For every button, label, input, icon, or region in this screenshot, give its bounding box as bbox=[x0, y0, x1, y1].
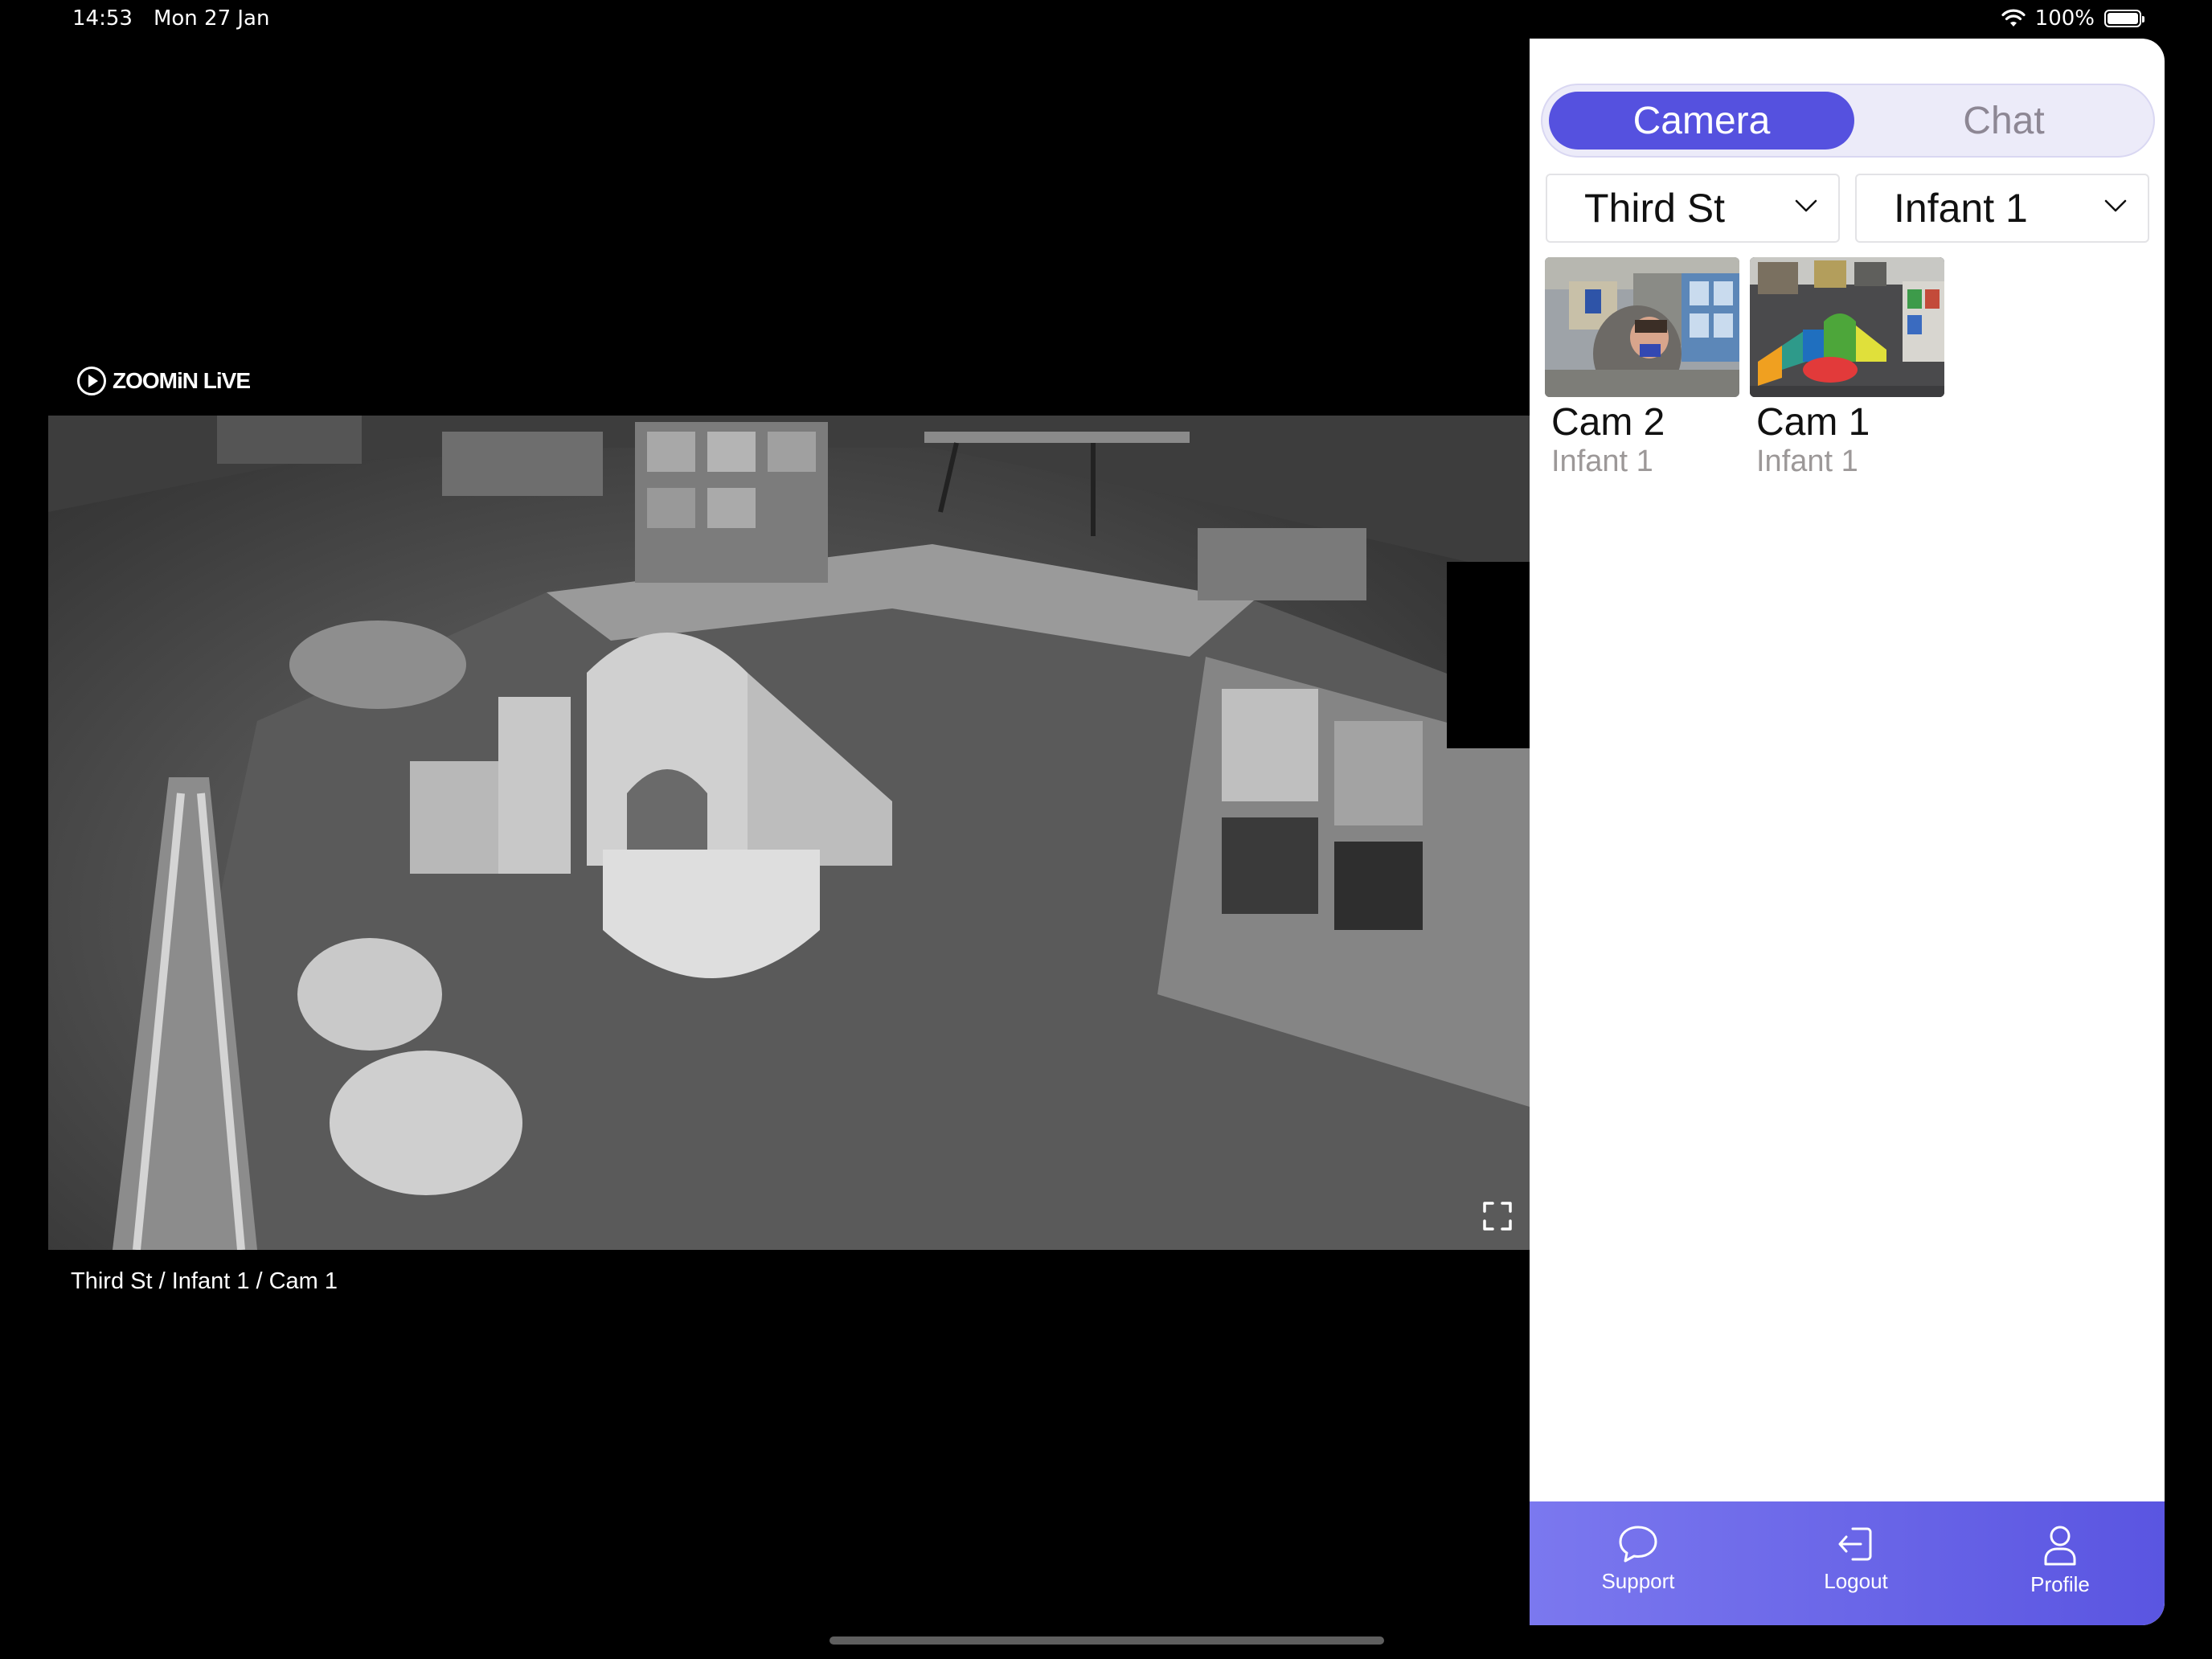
camera-name: Cam 1 bbox=[1756, 401, 1870, 444]
user-icon bbox=[2044, 1526, 2076, 1566]
app-screen: 14:53 Mon 27 Jan 100% ZOOMiN LiVE Third … bbox=[0, 0, 2212, 1659]
nav-profile[interactable]: Profile bbox=[1980, 1524, 2140, 1597]
site-dropdown[interactable]: Third St bbox=[1546, 174, 1840, 243]
camera-card-cam-2[interactable]: Cam 2 Infant 1 bbox=[1545, 257, 1741, 477]
status-bar-left: 14:53 Mon 27 Jan bbox=[72, 6, 269, 31]
chevron-down-icon bbox=[1795, 199, 1817, 212]
camera-scene bbox=[48, 416, 1530, 1250]
chat-bubble-icon bbox=[1619, 1526, 1657, 1563]
status-bar-right: 100% bbox=[2001, 6, 2144, 31]
nav-profile-label: Profile bbox=[2030, 1572, 2090, 1596]
fullscreen-icon[interactable] bbox=[1481, 1200, 1514, 1232]
logout-icon bbox=[1838, 1527, 1872, 1561]
battery-percent: 100% bbox=[2034, 6, 2095, 31]
nav-support-label: Support bbox=[1601, 1569, 1675, 1593]
tab-camera[interactable]: Camera bbox=[1549, 92, 1854, 150]
camera-room: Infant 1 bbox=[1756, 444, 1858, 478]
tab-chat[interactable]: Chat bbox=[1851, 92, 2157, 150]
status-time: 14:53 bbox=[72, 6, 133, 31]
live-video-feed[interactable] bbox=[48, 416, 1530, 1250]
brand-name: ZOOMiN LiVE bbox=[113, 368, 251, 393]
camera-thumbnail[interactable] bbox=[1750, 257, 1944, 397]
camera-panel: Camera Chat Third St Infant 1 Cam 2 Infa… bbox=[1530, 39, 2165, 1625]
nav-logout[interactable]: Logout bbox=[1695, 1524, 2017, 1594]
bottom-nav: Support Logout Profile bbox=[1530, 1501, 2165, 1625]
camera-card-cam-1[interactable]: Cam 1 Infant 1 bbox=[1750, 257, 1946, 477]
room-dropdown[interactable]: Infant 1 bbox=[1855, 174, 2149, 243]
wifi-icon bbox=[2001, 9, 2026, 27]
home-indicator[interactable] bbox=[830, 1636, 1384, 1645]
mode-segmented-control: Camera Chat bbox=[1541, 84, 2155, 158]
camera-2-thumbnail-image bbox=[1545, 257, 1739, 397]
camera-name: Cam 2 bbox=[1551, 401, 1665, 444]
nav-logout-label: Logout bbox=[1824, 1569, 1888, 1593]
video-breadcrumb: Third St / Infant 1 / Cam 1 bbox=[71, 1268, 338, 1294]
play-circle-icon bbox=[77, 367, 106, 395]
camera-1-thumbnail-image bbox=[1750, 257, 1944, 397]
room-dropdown-value: Infant 1 bbox=[1894, 186, 2028, 231]
camera-thumbnail[interactable] bbox=[1545, 257, 1739, 397]
site-dropdown-value: Third St bbox=[1584, 186, 1726, 231]
battery-icon bbox=[2104, 10, 2144, 27]
camera-room: Infant 1 bbox=[1551, 444, 1653, 478]
chevron-down-icon bbox=[2104, 199, 2127, 212]
brand-logo: ZOOMiN LiVE bbox=[77, 367, 251, 395]
status-date: Mon 27 Jan bbox=[153, 6, 270, 31]
